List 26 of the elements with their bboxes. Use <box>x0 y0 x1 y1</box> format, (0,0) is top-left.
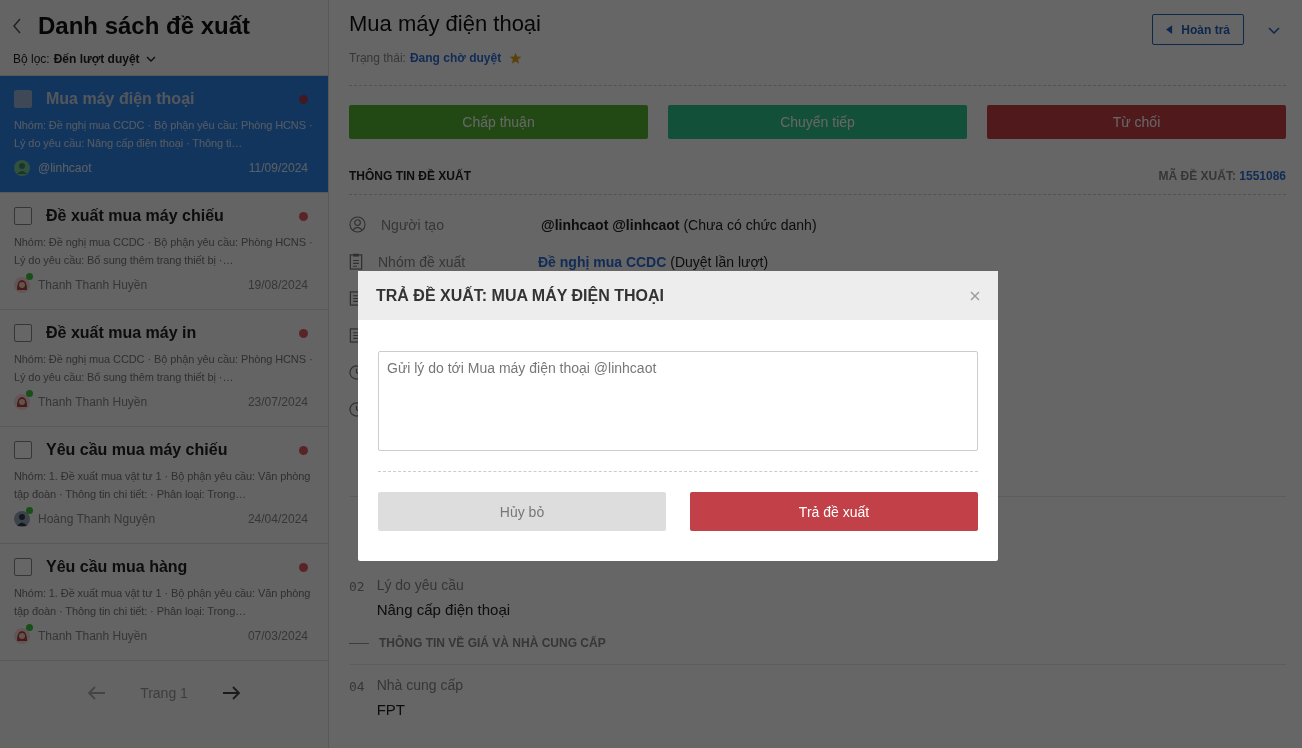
sidebar-title: Danh sách đề xuất <box>38 12 251 40</box>
reason-field[interactable]: Gửi lý do tới Mua máy điện thoại @linhcaot <box>378 351 978 451</box>
group-link[interactable]: Đề nghị mua CCDC <box>538 253 667 270</box>
action-button[interactable]: Từ chối <box>987 105 1286 139</box>
status-value: Đang chờ duyệt <box>409 51 502 65</box>
submit-button[interactable]: Trả đề xuất <box>690 492 978 531</box>
author-name: @linhcaot <box>38 161 93 175</box>
proposal-title: Đề xuất mua máy in <box>46 324 198 342</box>
proposal-date: 11/09/2024 <box>248 161 308 175</box>
return-button[interactable]: Hoàn trả <box>1152 14 1244 45</box>
proposal-title: Yêu cầu mua máy chiếu <box>46 441 229 459</box>
proposal-title: Đề xuất mua máy chiếu <box>46 207 225 225</box>
info-value: @linhcaot @linhcaot (Chưa có chức danh) <box>541 216 817 233</box>
action-button[interactable]: Chấp thuận <box>349 105 648 139</box>
proposal-title: Yêu cầu mua hàng <box>46 558 189 576</box>
info-value: (Duyệt lần lượt) <box>669 253 769 270</box>
filter-dropdown[interactable]: Đến lượt duyệt <box>53 52 156 66</box>
proposal-heading: Mua máy điện thoại <box>349 11 541 37</box>
cancel-button[interactable]: Hủy bỏ <box>378 492 666 531</box>
proposal-title: Mua máy điện thoại <box>46 90 196 108</box>
field-value: FPT <box>376 701 406 718</box>
field-value: Nâng cấp điện thoại <box>376 601 511 618</box>
dialog-title: TRẢ ĐỀ XUẤT: MUA MÁY ĐIỆN THOẠI <box>376 286 664 305</box>
action-button[interactable]: Chuyển tiếp <box>668 105 967 139</box>
section-title: THÔNG TIN ĐỀ XUẤT <box>349 169 471 183</box>
filter-label: Bộ lọc: <box>13 52 50 66</box>
